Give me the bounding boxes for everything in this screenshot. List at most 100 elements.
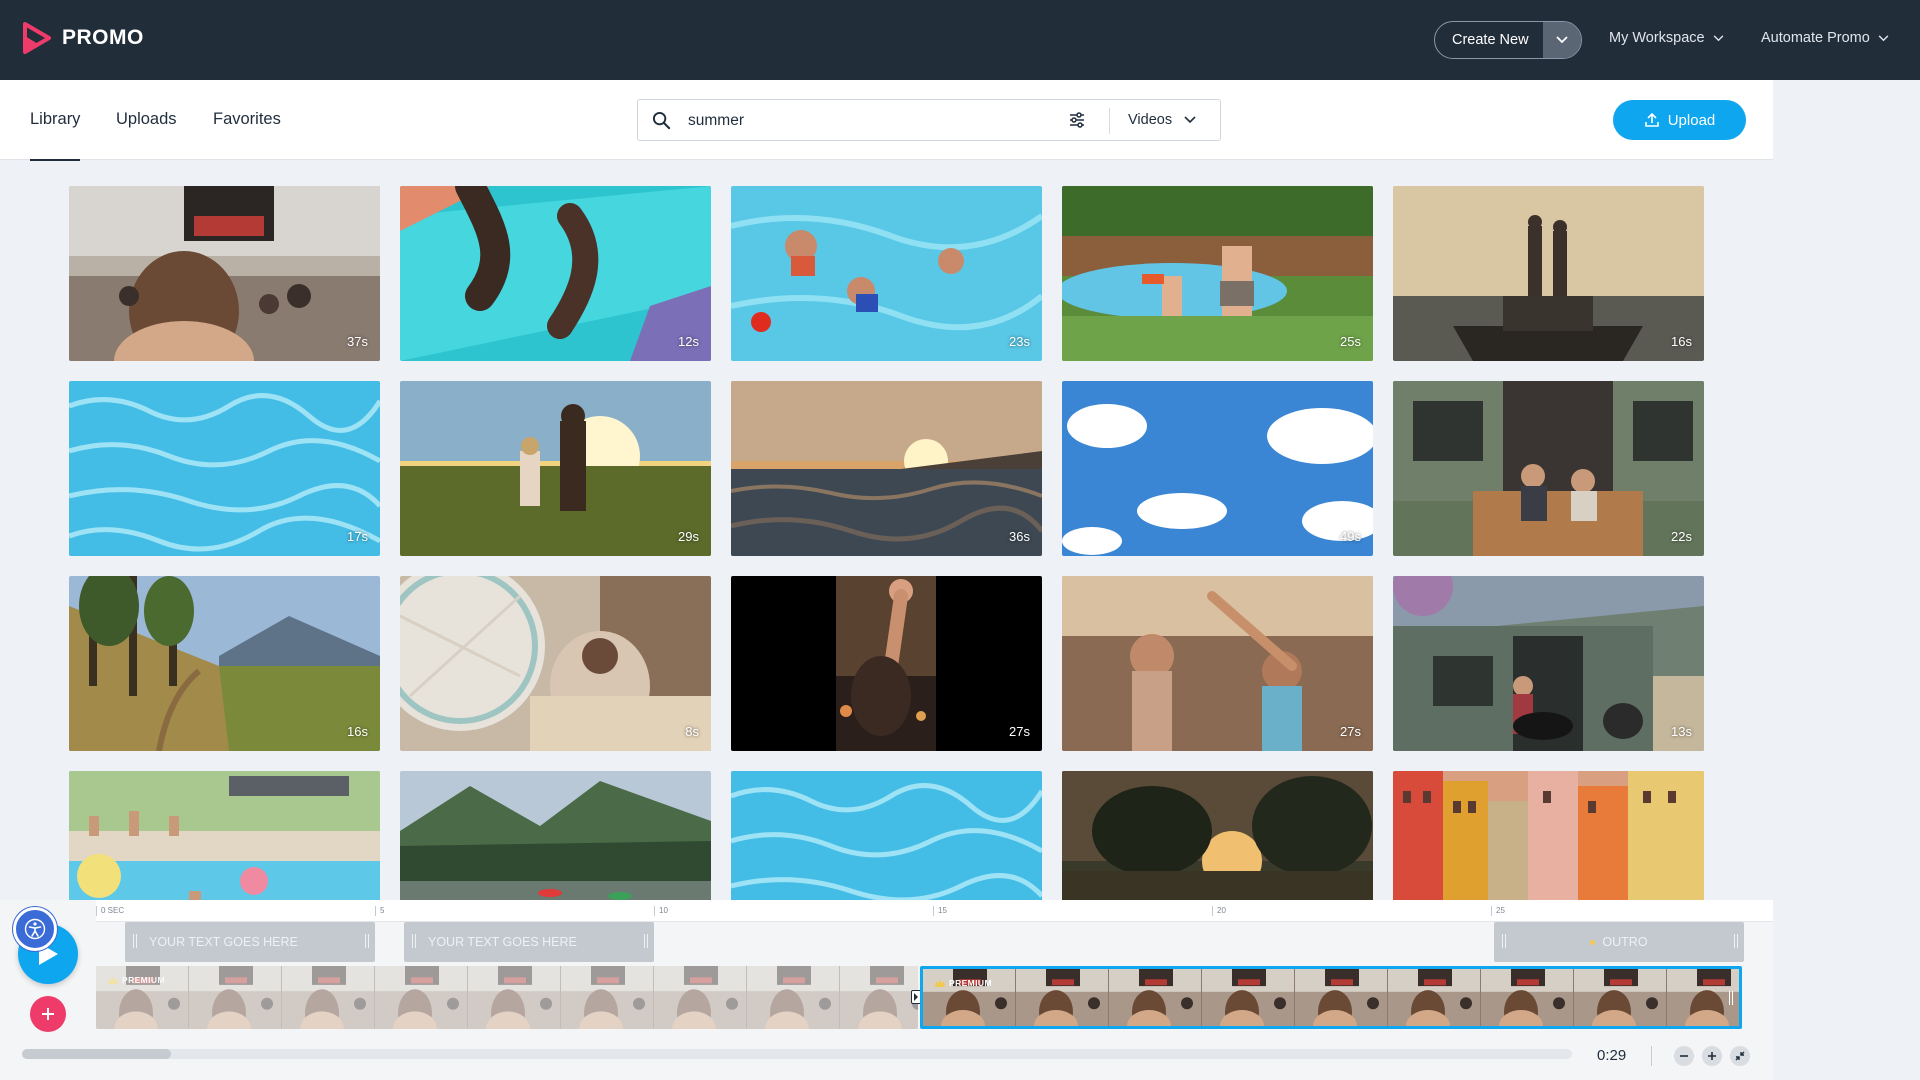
- top-bar: PROMO Create New My Workspace Automate P…: [0, 0, 1920, 80]
- create-new-dropdown-button[interactable]: [1542, 22, 1581, 58]
- minus-icon: [1680, 1055, 1688, 1057]
- timeline-duration: 0:29: [1597, 1047, 1627, 1064]
- upload-label: Upload: [1667, 111, 1716, 129]
- tab-uploads[interactable]: Uploads: [116, 110, 177, 129]
- video-thumbnail[interactable]: 29s: [400, 381, 711, 556]
- add-scene-button[interactable]: [30, 996, 66, 1032]
- video-thumbnail[interactable]: 8s: [400, 576, 711, 751]
- thumbnail-image: [400, 381, 711, 556]
- duration-label: 36s: [1009, 529, 1030, 544]
- video-thumbnail[interactable]: 16s: [69, 576, 380, 751]
- drag-handle-icon[interactable]: [1734, 934, 1738, 948]
- drag-handle-icon[interactable]: [412, 934, 416, 948]
- video-thumbnail[interactable]: 49s: [1062, 381, 1373, 556]
- thumbnail-image: [731, 381, 1042, 556]
- search-bar: Videos: [637, 99, 1221, 141]
- create-new-button[interactable]: Create New: [1435, 22, 1543, 58]
- text-clip-label: YOUR TEXT GOES HERE: [149, 935, 298, 949]
- video-thumbnail[interactable]: 23s: [731, 186, 1042, 361]
- video-thumbnail[interactable]: 13s: [1393, 576, 1704, 751]
- duration-label: 27s: [1009, 724, 1030, 739]
- search-icon[interactable]: [652, 111, 671, 130]
- video-thumbnail[interactable]: [1393, 771, 1704, 900]
- video-clip-selected[interactable]: PREMIUM: [920, 966, 1742, 1029]
- duration-label: 8s: [685, 724, 699, 739]
- drag-handle-icon[interactable]: [1729, 991, 1733, 1005]
- ruler-tick: 5: [375, 906, 384, 916]
- workspace-dropdown[interactable]: My Workspace: [1609, 30, 1724, 46]
- thumbnail-image: [1062, 381, 1373, 556]
- clip-filmstrip: [923, 969, 1739, 1026]
- video-thumbnail[interactable]: [731, 771, 1042, 900]
- premium-badge: PREMIUM: [935, 978, 992, 988]
- chevron-down-icon: [1555, 36, 1568, 44]
- text-clip-label: YOUR TEXT GOES HERE: [428, 935, 577, 949]
- video-thumbnail[interactable]: 16s: [1393, 186, 1704, 361]
- outro-clip[interactable]: OUTRO: [1494, 922, 1744, 962]
- ruler-tick: 10: [654, 906, 668, 916]
- media-type-dropdown[interactable]: Videos: [1128, 112, 1196, 128]
- timeline-ruler: 0 SEC 5 10 15 20 25: [96, 900, 1773, 922]
- thumbnail-image: [69, 576, 380, 751]
- video-thumbnail[interactable]: 27s: [731, 576, 1042, 751]
- duration-label: 29s: [678, 529, 699, 544]
- crown-icon: [935, 979, 945, 987]
- video-thumbnail[interactable]: 22s: [1393, 381, 1704, 556]
- ruler-tick: 0 SEC: [96, 906, 124, 916]
- video-grid: 37s 12s 23s 25s 16s 17s 29s 36s 49s 22s 16s 8s 27s 27…: [69, 186, 1705, 900]
- zoom-out-button[interactable]: [1674, 1046, 1694, 1066]
- search-divider: [1109, 108, 1110, 134]
- automate-label: Automate Promo: [1761, 30, 1870, 46]
- automate-promo-dropdown[interactable]: Automate Promo: [1761, 30, 1889, 46]
- video-thumbnail[interactable]: [69, 771, 380, 900]
- zoom-in-button[interactable]: [1702, 1046, 1722, 1066]
- accessibility-button[interactable]: [13, 907, 57, 951]
- workspace-label: My Workspace: [1609, 30, 1705, 46]
- thumbnail-image: [69, 186, 380, 361]
- text-clip[interactable]: YOUR TEXT GOES HERE: [125, 922, 375, 962]
- drag-handle-icon[interactable]: [365, 934, 369, 948]
- chevron-down-icon: [1184, 116, 1196, 124]
- drag-handle-icon[interactable]: [1502, 934, 1506, 948]
- duration-label: 16s: [347, 724, 368, 739]
- video-thumbnail[interactable]: 36s: [731, 381, 1042, 556]
- dot-icon: [1590, 939, 1596, 945]
- toolbar-divider: [1651, 1046, 1652, 1066]
- video-thumbnail[interactable]: 37s: [69, 186, 380, 361]
- thumbnail-image: [1393, 576, 1704, 751]
- plus-icon: [42, 1008, 54, 1020]
- thumbnail-image: [731, 576, 1042, 751]
- brand-logo[interactable]: PROMO: [22, 22, 144, 54]
- video-thumbnail[interactable]: [400, 771, 711, 900]
- promo-logo-icon: [23, 22, 51, 54]
- timeline-scrollbar[interactable]: [22, 1049, 1572, 1059]
- library-toolbar: Library Uploads Favorites Videos Upload: [0, 80, 1773, 161]
- plus-icon: [1708, 1052, 1716, 1060]
- text-clip[interactable]: YOUR TEXT GOES HERE: [404, 922, 654, 962]
- duration-label: 37s: [347, 334, 368, 349]
- video-clip[interactable]: PREMIUM: [96, 966, 918, 1029]
- duration-label: 16s: [1671, 334, 1692, 349]
- search-input[interactable]: [688, 110, 988, 132]
- video-thumbnail[interactable]: 25s: [1062, 186, 1373, 361]
- video-thumbnail[interactable]: 17s: [69, 381, 380, 556]
- upload-button[interactable]: Upload: [1613, 100, 1746, 140]
- drag-handle-icon[interactable]: [133, 934, 137, 948]
- video-thumbnail[interactable]: 12s: [400, 186, 711, 361]
- thumbnail-image: [69, 381, 380, 556]
- duration-label: 22s: [1671, 529, 1692, 544]
- thumbnail-image: [1393, 186, 1704, 361]
- tab-favorites[interactable]: Favorites: [213, 110, 281, 129]
- filter-sliders-icon[interactable]: [1068, 111, 1086, 129]
- tab-library[interactable]: Library: [30, 110, 81, 161]
- clip-filmstrip: [96, 966, 918, 1029]
- fit-timeline-button[interactable]: [1730, 1046, 1750, 1066]
- upload-icon: [1644, 112, 1659, 127]
- timeline-scroll-thumb[interactable]: [22, 1049, 171, 1059]
- thumbnail-image: [731, 771, 1042, 900]
- video-thumbnail[interactable]: [1062, 771, 1373, 900]
- drag-handle-icon[interactable]: [644, 934, 648, 948]
- media-type-label: Videos: [1128, 112, 1173, 128]
- thumbnail-image: [1062, 576, 1373, 751]
- video-thumbnail[interactable]: 27s: [1062, 576, 1373, 751]
